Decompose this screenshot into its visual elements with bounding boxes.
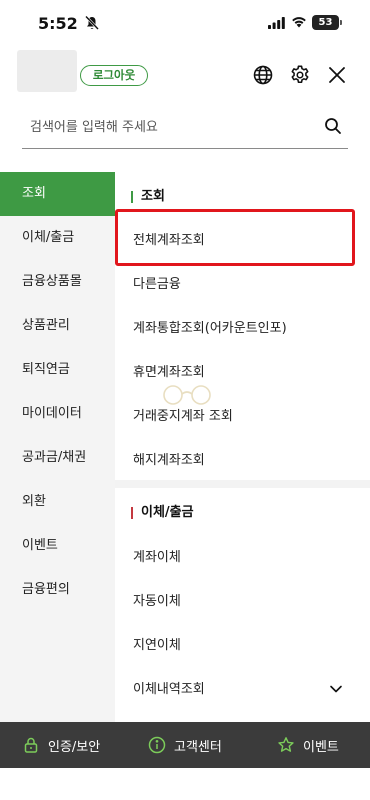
gear-icon[interactable] <box>289 64 311 86</box>
submenu-item-dormant-accounts[interactable]: 휴면계좌조회 <box>133 363 205 383</box>
globe-icon[interactable] <box>252 64 274 86</box>
search-bar <box>22 107 348 149</box>
submenu-item-closed-accounts[interactable]: 해지계좌조회 <box>133 451 205 471</box>
bell-off-icon <box>85 15 99 30</box>
submenu-item-account-info[interactable]: 계좌통합조회(어카운트인포) <box>133 319 287 339</box>
glasses-icon <box>163 385 211 405</box>
status-bar: 5:52 53 <box>0 0 370 46</box>
submenu-item-auto-transfer[interactable]: 자동이체 <box>133 592 181 612</box>
left-menu-item-inquiry[interactable]: 조회 <box>0 172 115 216</box>
signal-icon <box>268 17 285 29</box>
section-title-transfer: 이체/출금 <box>131 503 194 523</box>
submenu-item-account-transfer[interactable]: 계좌이체 <box>133 548 181 568</box>
bottom-item-label: 고객센터 <box>174 739 222 755</box>
lock-icon <box>24 737 38 753</box>
close-icon[interactable] <box>326 64 348 86</box>
home-indicator-area <box>0 768 370 800</box>
status-time: 5:52 <box>38 14 78 33</box>
logout-button[interactable]: 로그아웃 <box>80 65 148 86</box>
wifi-icon <box>292 17 306 28</box>
bottom-item-customer-center[interactable]: 고객센터 <box>148 722 222 768</box>
section-title-inquiry: 조회 <box>131 187 165 207</box>
left-menu-item-foreign-exchange[interactable]: 외환 <box>0 480 115 524</box>
info-icon <box>148 736 166 754</box>
search-icon[interactable] <box>324 117 342 135</box>
submenu-item-delayed-transfer[interactable]: 지연이체 <box>133 636 181 656</box>
submenu-item-suspended-accounts[interactable]: 거래중지계좌 조회 <box>133 407 233 427</box>
battery-tip <box>340 20 342 25</box>
left-menu-item-product-management[interactable]: 상품관리 <box>0 304 115 348</box>
bottom-item-label: 이벤트 <box>303 739 339 755</box>
avatar <box>17 50 77 92</box>
left-menu-item-convenience[interactable]: 금융편의 <box>0 568 115 612</box>
left-menu-item-utility-bonds[interactable]: 공과금/채권 <box>0 436 115 480</box>
left-menu-item-transfer[interactable]: 이체/출금 <box>0 216 115 260</box>
left-menu-item-mydata[interactable]: 마이데이터 <box>0 392 115 436</box>
left-menu-item-financial-mall[interactable]: 금융상품몰 <box>0 260 115 304</box>
chevron-down-icon[interactable] <box>329 684 343 694</box>
left-category-menu: 조회 이체/출금 금융상품몰 상품관리 퇴직연금 마이데이터 공과금/채권 외환… <box>0 172 115 722</box>
bottom-item-event[interactable]: 이벤트 <box>277 722 339 768</box>
star-icon <box>278 737 294 752</box>
bottom-item-label: 인증/보안 <box>48 739 101 755</box>
highlight-box <box>115 209 355 266</box>
battery-icon: 53 <box>312 15 339 30</box>
bottom-item-auth-security[interactable]: 인증/보안 <box>22 722 100 768</box>
left-menu-item-event[interactable]: 이벤트 <box>0 524 115 568</box>
submenu-item-other-finance[interactable]: 다른금융 <box>133 275 181 295</box>
left-menu-item-pension[interactable]: 퇴직연금 <box>0 348 115 392</box>
bottom-bar: 인증/보안 고객센터 이벤트 <box>0 722 370 768</box>
search-input[interactable] <box>30 115 310 139</box>
section-divider <box>115 480 370 488</box>
submenu-item-transfer-history[interactable]: 이체내역조회 <box>133 680 205 700</box>
